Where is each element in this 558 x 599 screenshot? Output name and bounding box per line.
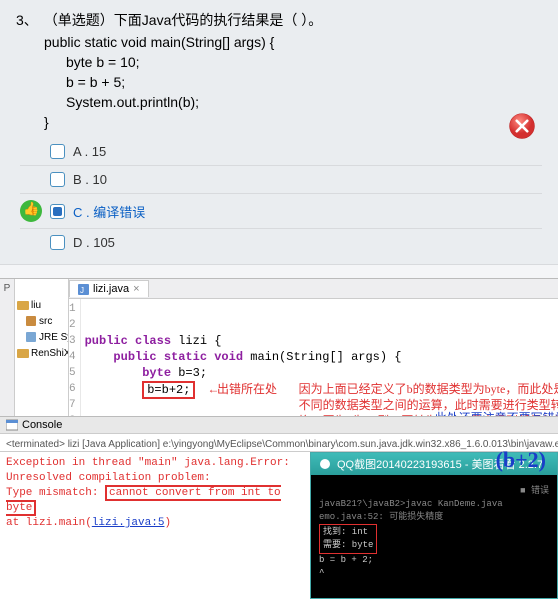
src-item[interactable]: src [15, 313, 68, 329]
option-label: D . 105 [73, 235, 115, 250]
project-item[interactable]: RenShiXin [15, 345, 68, 361]
option-a[interactable]: A . 15 [20, 138, 542, 166]
code-line: System.out.println(b); [66, 92, 542, 112]
checkbox-icon[interactable] [50, 204, 65, 219]
java-file-icon: J [78, 284, 89, 295]
error-highlight: 找到: int 需要: byte [319, 524, 377, 554]
side-gutter: P [0, 279, 15, 416]
line-gutter: 12345678 [69, 299, 81, 416]
code-line: b = b + 5; [66, 72, 542, 92]
console-icon [6, 419, 18, 431]
code-line: } [44, 112, 542, 132]
question-panel: 3、 （单选题）下面Java代码的执行结果是（ ）。 public static… [0, 0, 558, 264]
console-subtitle: <terminated> lizi [Java Application] e:\… [0, 434, 558, 452]
option-b[interactable]: B . 10 [20, 166, 542, 194]
divider [0, 264, 558, 278]
tab-bar: J lizi.java × [69, 279, 558, 299]
error-highlight: b=b+2; [142, 381, 195, 399]
folder-icon [17, 347, 29, 359]
option-c[interactable]: C . 编译错误 [20, 194, 542, 229]
console-header[interactable]: Console [0, 417, 558, 434]
project-explorer[interactable]: liu src JRE Sy RenShiXin [15, 279, 69, 416]
option-label: B . 10 [73, 172, 107, 187]
checkbox-icon[interactable] [50, 172, 65, 187]
checkbox-icon[interactable] [50, 235, 65, 250]
editor: J lizi.java × 12345678 public class lizi… [69, 279, 558, 416]
option-label: A . 15 [73, 144, 106, 159]
options-list: A . 15 B . 10 C . 编译错误 D . 105 [16, 138, 542, 256]
tab-lizi[interactable]: J lizi.java × [69, 280, 149, 297]
stacktrace-link[interactable]: lizi.java:5 [92, 517, 165, 529]
svg-text:J: J [80, 286, 84, 295]
ide-panel: P liu src JRE Sy RenShiXin J lizi.java × [0, 278, 558, 416]
handwritten-note: (b+2) [496, 447, 546, 473]
code-line: byte b = 10; [66, 52, 542, 72]
jre-item[interactable]: JRE Sy [15, 329, 68, 345]
option-d[interactable]: D . 105 [20, 229, 542, 256]
qq-screenshot-window: QQ截图20140223193615 - 美图看看 2.2.7 ■ 错误 jav… [310, 452, 558, 599]
project-item[interactable]: liu [15, 297, 68, 313]
thumbs-up-icon [20, 200, 42, 222]
package-icon [25, 315, 37, 327]
wrong-icon [508, 112, 536, 140]
close-icon[interactable]: × [133, 283, 139, 295]
option-label: C . 编译错误 [73, 202, 145, 221]
library-icon [25, 331, 37, 343]
console-output[interactable]: Exception in thread "main" java.lang.Err… [0, 452, 310, 599]
app-icon [319, 458, 331, 470]
code-line: public static void main(String[] args) { [44, 32, 542, 52]
code-content[interactable]: public class lizi { public static void m… [81, 299, 558, 416]
console-panel: Console <terminated> lizi [Java Applicat… [0, 416, 558, 599]
qq-terminal: ■ 错误 javaB21?\javaB2>javac KanDeme.java … [311, 475, 557, 598]
folder-icon [17, 299, 29, 311]
question-number: 3、 [16, 10, 38, 30]
checkbox-icon[interactable] [50, 144, 65, 159]
question-prompt: （单选题）下面Java代码的执行结果是（ ）。 [44, 10, 322, 30]
